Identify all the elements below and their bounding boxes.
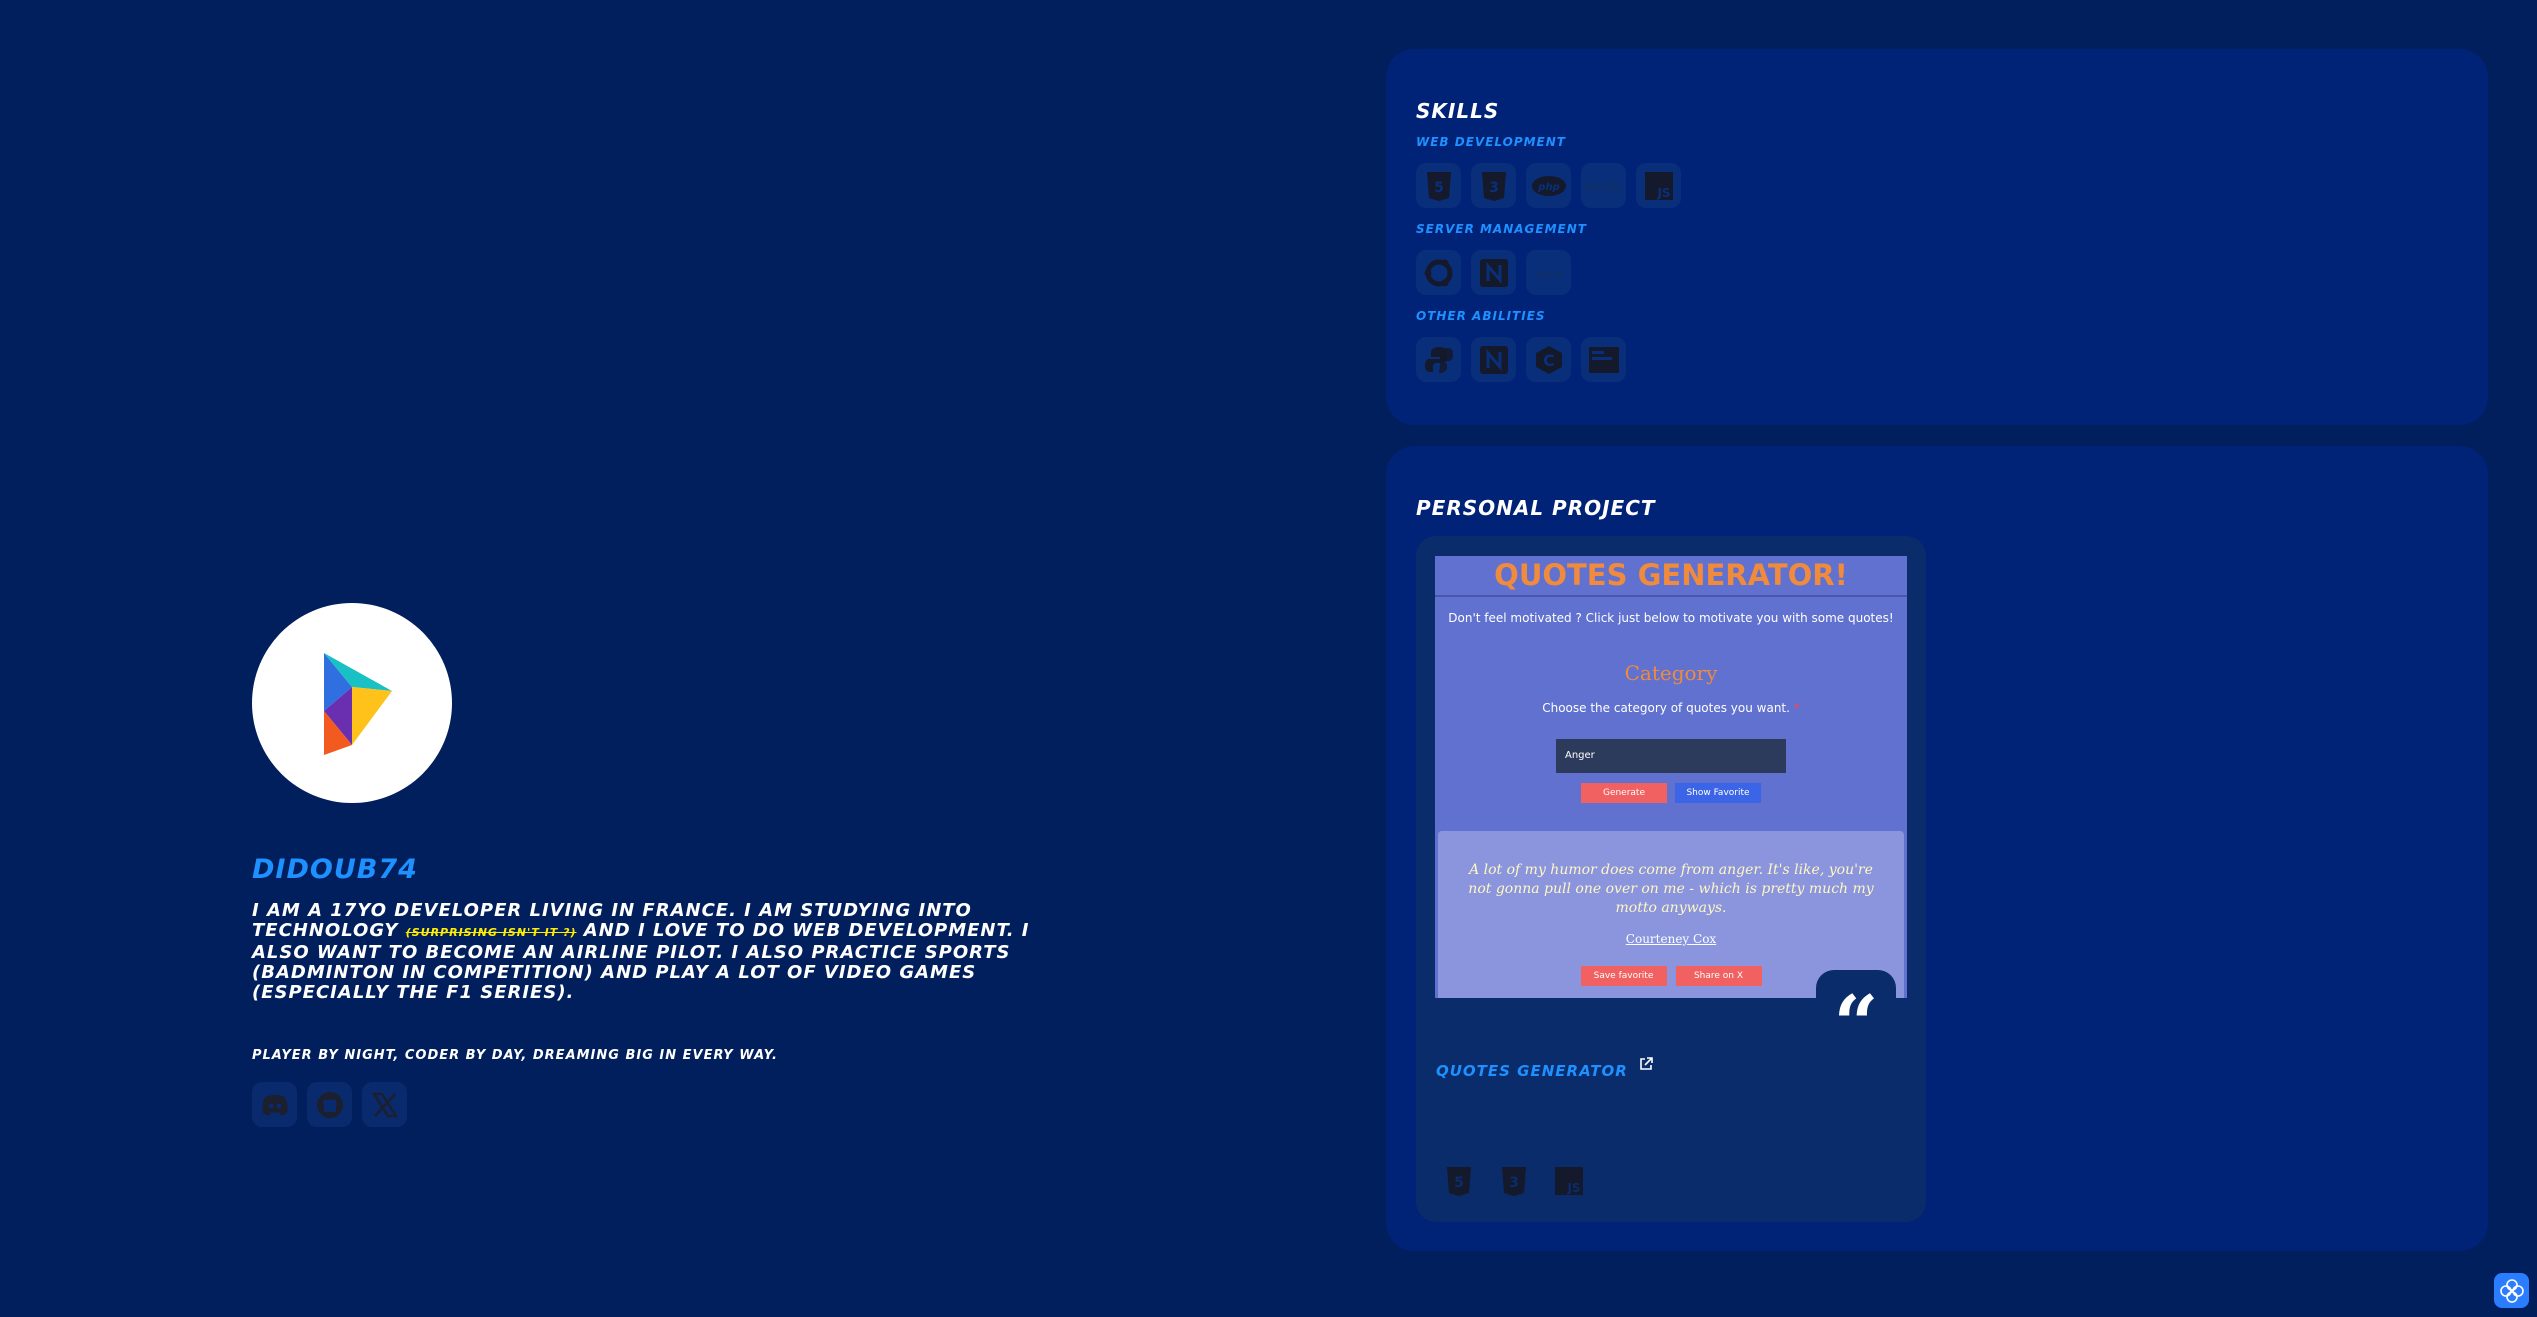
javascript-icon: JS: [1554, 1166, 1583, 1195]
brand-logo-icon: [324, 653, 392, 755]
javascript-icon: JS: [1644, 171, 1673, 200]
project-item[interactable]: QUOTES GENERATOR! Don't feel motivated ?…: [1416, 536, 1926, 1222]
preview-show-favorite-button: Show Favorite: [1675, 783, 1761, 803]
svg-text:5: 5: [1434, 180, 1444, 196]
skill-ubuntu[interactable]: [1416, 250, 1461, 295]
svg-text:C: C: [1543, 351, 1555, 370]
preview-required-mark: *: [1793, 701, 1800, 715]
discord-icon: [261, 1094, 288, 1115]
svg-text:5: 5: [1454, 1175, 1464, 1191]
c-language-icon: C: [1535, 345, 1562, 374]
python-icon: [1424, 346, 1453, 373]
preview-category-select: Anger: [1556, 739, 1786, 773]
project-link[interactable]: Quotes Generator: [1436, 1057, 1654, 1080]
preview-button-row: Generate Show Favorite: [1435, 783, 1907, 803]
project-tech-css3: 3: [1491, 1158, 1536, 1203]
skill-row-other: C: [1416, 337, 2488, 382]
skill-terminal[interactable]: [1581, 337, 1626, 382]
skills-card: Skills Web development 5 3 php MySQL JS …: [1386, 49, 2488, 425]
skill-html5[interactable]: 5: [1416, 163, 1461, 208]
external-link-icon: [1640, 1057, 1653, 1070]
skill-heading-server: Server management: [1416, 222, 1587, 236]
flower-icon: [2499, 1278, 2524, 1303]
svg-text:php: php: [1537, 182, 1559, 193]
svg-text:3: 3: [1509, 1175, 1519, 1191]
skill-php[interactable]: php: [1526, 163, 1571, 208]
svg-text:3: 3: [1489, 180, 1499, 196]
project-card: Personal Project QUOTES GENERATOR! Don't…: [1386, 446, 2488, 1251]
bio-aside: (surprising isn't it ?): [405, 926, 577, 939]
x-icon: [371, 1092, 398, 1117]
html5-icon: 5: [1426, 171, 1451, 201]
terminal-icon: [1588, 346, 1619, 373]
project-tech-javascript: JS: [1546, 1158, 1591, 1203]
skill-python[interactable]: [1416, 337, 1461, 382]
skill-c[interactable]: C: [1526, 337, 1571, 382]
preview-choose-text: Choose the category of quotes you want. …: [1435, 701, 1907, 715]
svg-text:JS: JS: [1656, 186, 1670, 200]
project-tech-stack: 5 3 JS: [1436, 1158, 1591, 1203]
profile-name: Didoub74: [252, 854, 418, 885]
skill-row-web: 5 3 php MySQL JS: [1416, 163, 2488, 208]
github-icon: [316, 1091, 343, 1118]
nginx-icon: [1479, 345, 1508, 374]
skill-javascript[interactable]: JS: [1636, 163, 1681, 208]
preview-share-button: Share on X: [1675, 966, 1762, 986]
skill-css3[interactable]: 3: [1471, 163, 1516, 208]
ubuntu-icon: [1424, 259, 1452, 286]
skill-heading-web: Web development: [1416, 135, 1566, 149]
css3-icon: 3: [1481, 171, 1506, 201]
preview-title: QUOTES GENERATOR!: [1494, 558, 1848, 592]
preview-subtitle: Don't feel motivated ? Click just below …: [1448, 611, 1894, 625]
preview-choose-label: Choose the category of quotes you want.: [1542, 701, 1790, 715]
skill-nginx[interactable]: [1471, 250, 1516, 295]
social-links: [252, 1082, 1092, 1127]
html5-icon: 5: [1446, 1166, 1471, 1196]
svg-text:pgsql: pgsql: [1535, 269, 1562, 280]
preview-quote-author: Courteney Cox: [1625, 932, 1717, 946]
svg-text:MySQL: MySQL: [1586, 181, 1622, 194]
profile-bio: I am a 17yo developer living in France. …: [252, 901, 1092, 1003]
project-name: Quotes Generator: [1436, 1062, 1628, 1080]
svg-text:JS: JS: [1566, 1181, 1580, 1195]
skill-nginx-2[interactable]: [1471, 337, 1516, 382]
project-preview-image: QUOTES GENERATOR! Don't feel motivated ?…: [1435, 556, 1907, 998]
discord-link[interactable]: [252, 1082, 297, 1127]
preview-divider: [1435, 595, 1907, 597]
skill-row-server: pgsql: [1416, 250, 2488, 295]
skills-title: Skills: [1416, 99, 1500, 123]
quote-mark-icon: “: [1816, 970, 1896, 1070]
skill-postgresql[interactable]: pgsql: [1526, 250, 1571, 295]
php-icon: php: [1531, 175, 1566, 196]
postgresql-icon: pgsql: [1535, 269, 1562, 280]
skill-heading-other: Other abilities: [1416, 309, 1546, 323]
css3-icon: 3: [1501, 1166, 1526, 1196]
settings-widget-button[interactable]: [2494, 1273, 2529, 1308]
mysql-icon: MySQL: [1586, 181, 1622, 194]
skill-mysql[interactable]: MySQL: [1581, 163, 1626, 208]
nginx-icon: [1479, 258, 1508, 287]
preview-generate-button: Generate: [1581, 783, 1667, 803]
preview-save-favorite-button: Save favorite: [1580, 966, 1667, 986]
avatar: [252, 603, 452, 803]
profile-section: Didoub74 I am a 17yo developer living in…: [252, 603, 1092, 1127]
preview-quote-text: A lot of my humor does come from anger. …: [1468, 862, 1874, 916]
github-link[interactable]: [307, 1082, 352, 1127]
preview-category-title: Category: [1624, 661, 1718, 685]
x-link[interactable]: [362, 1082, 407, 1127]
project-section-title: Personal Project: [1416, 496, 1656, 520]
profile-tagline: Player by night, coder by day, dreaming …: [252, 1048, 778, 1063]
project-tech-html5: 5: [1436, 1158, 1481, 1203]
